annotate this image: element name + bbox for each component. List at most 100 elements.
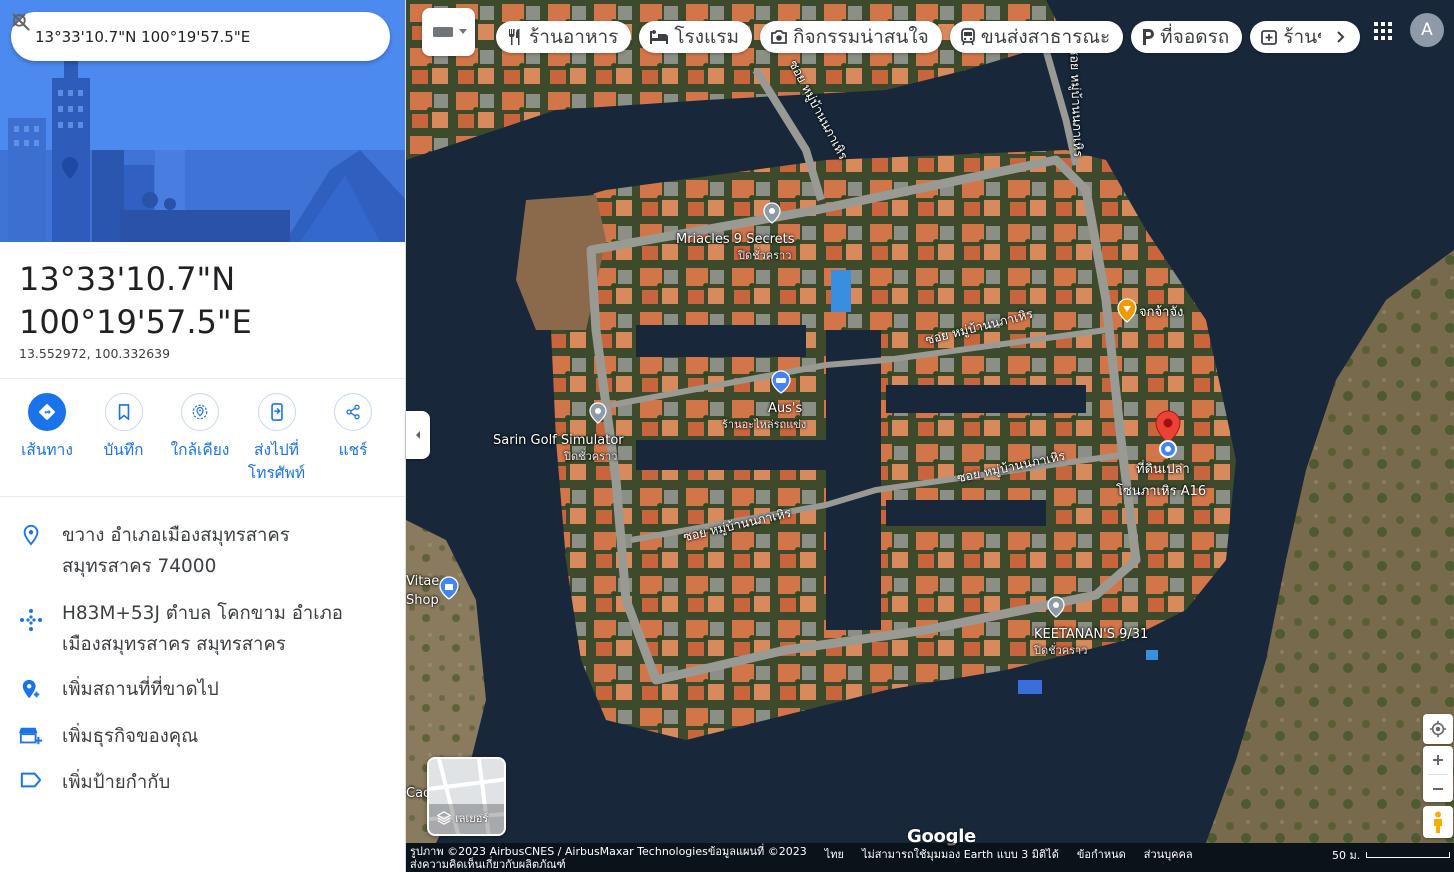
plus-code-row[interactable]: H83M+53J ตำบล โคกขาม อำเภอ เมืองสมุทรสาค… [0,598,405,660]
chip-pharmacy[interactable]: ร้านข [1250,21,1361,53]
close-icon[interactable] [12,13,384,59]
poi-category: ร้านอะไหล่รถแข่ง [722,418,807,431]
add-label-row[interactable]: เพิ่มป้ายกำกับ [0,767,405,798]
poi-marker-icon[interactable] [588,402,608,424]
chip-label: โรงแรม [674,26,740,48]
location-pin-icon [0,520,62,546]
share-icon [334,393,372,431]
add-place-row[interactable]: เพิ่มสถานที่ที่ขาดไป [0,674,405,705]
car-shop-marker-icon[interactable] [770,370,792,394]
save-button[interactable]: บันทึก [87,393,161,485]
camera-icon [771,30,787,44]
add-business-row[interactable]: เพิ่มธุรกิจของคุณ [0,721,405,752]
scale-control[interactable]: 50 ม. [1332,846,1451,864]
poi-label-shop[interactable]: Shop [406,593,439,608]
category-chips: ร้านอาหาร โรงแรม กิจกรรมน่าสนใจ ขนส่งสาธ… [496,21,1361,53]
shop-marker-icon[interactable] [438,576,460,600]
poi-label-vitae[interactable]: Vitae [406,574,439,589]
poi-marker-icon[interactable] [1046,596,1066,618]
attribution: รูปภาพ ©2023 AirbusCNES / AirbusMaxar Te… [410,845,807,871]
poi-label-miracles[interactable]: Mriacles 9 Secrets [676,232,795,247]
layers-icon [437,811,451,825]
scale-bar [1366,852,1451,858]
decimal-coordinates: 13.552972, 100.332639 [19,346,171,361]
chip-attractions[interactable]: กิจกรรมน่าสนใจ [760,21,942,53]
directions-button[interactable]: เส้นทาง [10,393,84,485]
address-row[interactable]: ขวาง อำเภอเมืองสมุทรสาคร สมุทรสาคร 74000 [0,520,405,582]
search-box[interactable]: 13°33'10.7"N 100°19'57.5"E [11,12,390,61]
share-label: แชร์ [338,441,368,459]
zoom-out-button[interactable] [1432,775,1444,802]
pegman-button[interactable] [1423,806,1453,838]
address-line1: ขวาง อำเภอเมืองสมุทรสาคร [62,525,290,546]
share-button[interactable]: แชร์ [316,393,390,485]
chip-parking[interactable]: ที่จอดรถ [1131,21,1243,53]
divider [0,378,405,379]
pin-label-line1: ที่ดินเปล่า [1136,462,1190,477]
poi-label-jak[interactable]: จกจ้าจัง [1139,305,1183,320]
add-label-label: เพิ่มป้ายกำกับ [62,772,171,793]
layers-label: เลเยอร์ [437,809,488,827]
chip-label: ร้านข [1283,26,1321,48]
feedback-link[interactable]: ส่งความคิดเห็นเกี่ยวกับผลิตภัณฑ์ [410,858,807,871]
chevron-right-icon[interactable] [1326,22,1356,52]
directions-icon [28,393,66,431]
add-business-icon [0,721,62,747]
add-business-label: เพิ่มธุรกิจของคุณ [62,726,199,747]
layers-button[interactable]: เลเยอร์ [427,757,506,836]
pharmacy-icon [1261,30,1278,45]
poi-label-sarin[interactable]: Sarin Golf Simulator [493,433,624,448]
hotel-icon [650,30,669,44]
plus-icon [1433,755,1443,765]
pin-label-line2: โซนภาเหิร A16 [1116,484,1207,499]
google-apps-icon[interactable] [1368,16,1398,46]
pegman-icon [1434,811,1442,833]
poi-status: ปิดชั่วคราว [564,450,618,463]
layers-text: เลเยอร์ [455,812,489,825]
food-marker-icon[interactable] [1116,298,1138,324]
chip-label: ขนส่งสาธารณะ [980,26,1111,48]
map-mode-button[interactable] [422,8,475,56]
nearby-button[interactable]: ใกล้เคียง [163,393,237,485]
add-place-label: เพิ่มสถานที่ที่ขาดไป [62,679,219,700]
minus-icon [1433,787,1443,790]
zoom-in-button[interactable] [1432,746,1444,774]
poi-status: ปิดชั่วคราว [738,249,792,262]
poi-label-aus[interactable]: Aus's [768,401,802,416]
plus-code-text: H83M+53J ตำบล โคกขาม อำเภอ เมืองสมุทรสาค… [62,598,343,660]
divider [0,496,405,497]
collapse-panel-button[interactable] [406,411,430,459]
title-longitude: 100°19'57.5"E [19,303,252,341]
account-avatar[interactable]: A [1410,13,1444,47]
action-bar: เส้นทาง บันทึก ใกล้เคียง ส่งไปที่ โทรศัพ… [10,393,390,485]
hero-illustration: 13°33'10.7"N 100°19'57.5"E [0,0,405,242]
satellite-map[interactable]: ซอย หมู่บ้านนภาเหิร ซอย หมู่บ้านนภาเหิร … [406,0,1454,872]
send-to-phone-button[interactable]: ส่งไปที่ โทรศัพท์ [240,393,314,485]
address-line2: สมุทรสาคร 74000 [62,556,217,577]
send-to-phone-icon [257,393,296,431]
chip-restaurants[interactable]: ร้านอาหาร [496,21,632,53]
parking-icon [1143,29,1155,45]
chip-label: ร้านอาหาร [529,26,619,48]
poi-status: ปิดชั่วคราว [1034,644,1088,657]
search-icon[interactable] [13,14,340,59]
address-text: ขวาง อำเภอเมืองสมุทรสาคร สมุทรสาคร 74000 [62,520,290,582]
plus-code-line2: เมืองสมุทรสาคร สมุทรสาคร [62,634,286,655]
add-location-icon [0,674,62,700]
dropped-pin-icon[interactable] [1154,410,1182,458]
privacy-link[interactable]: ส่วนบุคคล [1144,845,1193,863]
chip-hotels[interactable]: โรงแรม [639,21,753,53]
poi-marker-icon[interactable] [762,202,782,224]
my-location-button[interactable] [1423,714,1453,744]
terms-link[interactable]: ข้อกำหนด [1077,845,1126,863]
restaurant-icon [509,29,520,45]
chip-label: ที่จอดรถ [1160,26,1230,48]
nearby-icon [181,393,219,431]
chip-transit[interactable]: ขนส่งสาธารณะ [949,21,1124,53]
poi-label-keetanan[interactable]: KEETANAN'S 9/31 [1034,627,1148,642]
language-link[interactable]: ไทย [825,845,844,863]
zoom-control [1423,746,1453,802]
save-label: บันทึก [103,441,144,459]
search-input[interactable]: 13°33'10.7"N 100°19'57.5"E [11,28,296,46]
label-tag-icon [0,767,62,789]
